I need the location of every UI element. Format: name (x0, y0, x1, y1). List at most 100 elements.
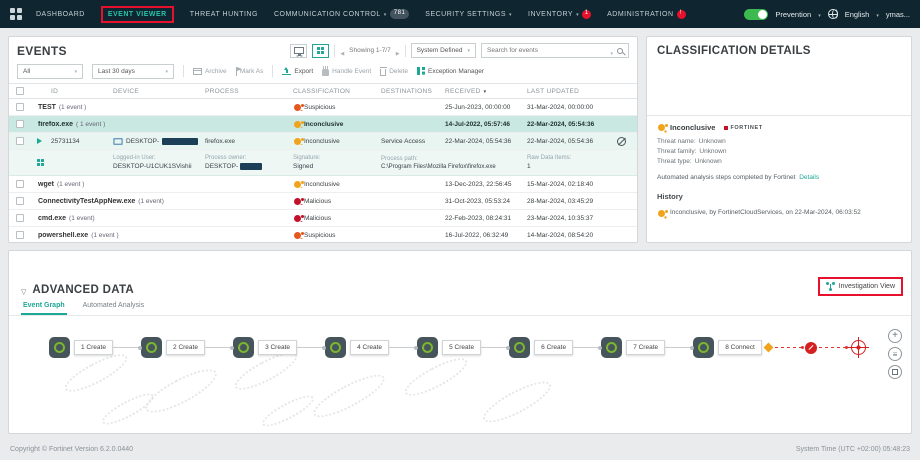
table-row[interactable]: TEST(1 event ) Suspicious 25-Jun-2023, 0… (9, 99, 637, 116)
flag-icon (236, 67, 237, 76)
handle-event-button[interactable]: Handle Event (322, 67, 371, 76)
zoom-in-button[interactable] (888, 329, 902, 343)
events-header: EVENTS Showing 1-7/7 System Defined (9, 37, 637, 61)
fit-to-screen-button[interactable] (888, 365, 902, 379)
language-selector[interactable]: English (845, 10, 870, 19)
device-view-button[interactable] (290, 44, 307, 58)
inconclusive-icon (658, 124, 665, 131)
updated-cell: 23-Mar-2024, 10:35:37 (527, 215, 611, 222)
threat-name-value: Unknown (699, 138, 726, 145)
row-checkbox[interactable] (16, 103, 24, 111)
table-row[interactable]: wget(1 event ) Inconclusive 13-Dec-2023,… (9, 176, 637, 193)
raw-data-items-field: Raw Data Items: 1 (527, 155, 611, 170)
time-filter-dropdown[interactable]: Last 30 days (92, 64, 174, 79)
graph-node[interactable]: 5 Create (417, 337, 481, 358)
process-owner-field: Process owner: DESKTOP- (205, 155, 293, 170)
process-view-button[interactable] (312, 44, 329, 58)
column-received[interactable]: RECEIVED (445, 88, 527, 95)
table-row[interactable]: ConnectivityTestAppNew.exe(1 event) Mali… (9, 193, 637, 210)
row-checkbox[interactable] (16, 214, 24, 222)
row-checkbox[interactable] (16, 231, 24, 239)
scope-filter-dropdown[interactable]: All (17, 64, 83, 79)
row-checkbox[interactable] (16, 180, 24, 188)
column-id[interactable]: ID (51, 88, 113, 95)
row-checkbox[interactable] (16, 197, 24, 205)
table-row-selected[interactable]: firefox.exe( 1 event ) Inconclusive 14-J… (9, 116, 637, 133)
graph-node[interactable]: 8 Connect (693, 337, 762, 358)
play-icon[interactable] (37, 138, 42, 144)
nav-item-threat-hunting[interactable]: THREAT HUNTING (190, 11, 258, 18)
nav-item-inventory[interactable]: INVENTORY 1 (528, 10, 591, 19)
column-classification[interactable]: CLASSIFICATION (293, 88, 381, 95)
globe-icon[interactable] (828, 9, 838, 19)
chevron-down-icon (876, 10, 879, 19)
row-checkbox[interactable] (16, 120, 24, 128)
graph-node[interactable]: 7 Create (601, 337, 665, 358)
watermark (99, 388, 158, 429)
table-row[interactable]: powershell.exe(1 event ) Suspicious 16-J… (9, 227, 637, 243)
graph-node[interactable]: 3 Create (233, 337, 297, 358)
events-table-header: ID DEVICE PROCESS CLASSIFICATION DESTINA… (9, 84, 637, 99)
chevron-down-icon (467, 47, 470, 54)
search-icon[interactable] (617, 48, 623, 54)
mode-label[interactable]: Prevention (775, 10, 811, 19)
mark-as-button[interactable]: Mark As (236, 67, 264, 76)
nav-item-administration[interactable]: ADMINISTRATION ! (607, 10, 685, 19)
tab-automated-analysis[interactable]: Automated Analysis (81, 299, 146, 315)
column-device[interactable]: DEVICE (113, 88, 205, 95)
details-link[interactable]: Details (799, 174, 819, 181)
column-destinations[interactable]: DESTINATIONS (381, 88, 445, 95)
delete-button[interactable]: Delete (380, 67, 408, 76)
signature-field: Signature: Signed (293, 155, 381, 170)
collapse-icon[interactable] (21, 281, 26, 299)
divider (272, 65, 273, 77)
nav-item-event-viewer[interactable]: EVENT VIEWER (101, 6, 174, 23)
user-menu[interactable]: ymas... (886, 10, 910, 19)
investigation-view-button[interactable]: Investigation View (818, 277, 903, 296)
process-grid-icon (317, 47, 325, 55)
archive-button[interactable]: Archive (193, 68, 227, 75)
column-last-updated[interactable]: LAST UPDATED (527, 88, 611, 95)
row-checkbox[interactable] (16, 137, 24, 145)
export-button[interactable]: Export (282, 67, 313, 75)
mode-toggle[interactable] (744, 9, 768, 20)
received-cell: 22-Feb-2023, 08:24:31 (445, 215, 527, 222)
updated-cell: 14-Mar-2024, 08:54:20 (527, 232, 611, 239)
raw-data-grid-icon[interactable] (37, 159, 45, 167)
investigation-fork-icon (826, 282, 835, 291)
events-panel: EVENTS Showing 1-7/7 System Defined All … (8, 36, 638, 243)
apps-grid-icon[interactable] (10, 8, 22, 20)
received-cell: 13-Dec-2023, 22:56:45 (445, 181, 527, 188)
table-row[interactable]: cmd.exe(1 event) Malicious 22-Feb-2023, … (9, 210, 637, 227)
graph-options-button[interactable] (888, 347, 902, 361)
threat-family-label: Threat family: (657, 148, 696, 155)
column-process[interactable]: PROCESS (205, 88, 293, 95)
blocked-destination-icon[interactable] (805, 342, 817, 354)
updated-cell: 15-Mar-2024, 02:18:40 (527, 181, 611, 188)
count-badge: 781 (390, 9, 410, 18)
nav-item-dashboard[interactable]: DASHBOARD (36, 11, 85, 18)
table-row-event[interactable]: 25731134 DESKTOP- firefox.exe Inconclusi… (9, 133, 637, 150)
inconclusive-icon (658, 210, 665, 217)
search-input[interactable] (487, 47, 606, 54)
nav-item-security-settings[interactable]: SECURITY SETTINGS (425, 11, 512, 18)
remote-target-icon[interactable] (851, 340, 866, 355)
blocked-connection-line (819, 347, 847, 348)
graph-node[interactable]: 1 Create (49, 337, 113, 358)
graph-node[interactable]: 6 Create (509, 337, 573, 358)
view-selector-dropdown[interactable]: System Defined (411, 43, 476, 58)
graph-connector (113, 347, 141, 348)
prev-page-button[interactable] (340, 42, 344, 60)
received-cell: 25-Jun-2023, 00:00:00 (445, 104, 527, 111)
next-page-button[interactable] (396, 42, 400, 60)
footer: Copyright © Fortinet Version 6.2.0.0440 … (0, 438, 920, 460)
select-all-checkbox[interactable] (16, 87, 24, 95)
graph-node[interactable]: 2 Create (141, 337, 205, 358)
trash-icon (380, 69, 386, 76)
graph-node[interactable]: 4 Create (325, 337, 389, 358)
nav-item-communication-control[interactable]: COMMUNICATION CONTROL 781 (274, 9, 409, 18)
tab-event-graph[interactable]: Event Graph (21, 299, 67, 315)
exception-manager-button[interactable]: Exception Manager (417, 67, 484, 75)
chevron-down-icon[interactable] (610, 42, 613, 60)
divider (183, 65, 184, 77)
